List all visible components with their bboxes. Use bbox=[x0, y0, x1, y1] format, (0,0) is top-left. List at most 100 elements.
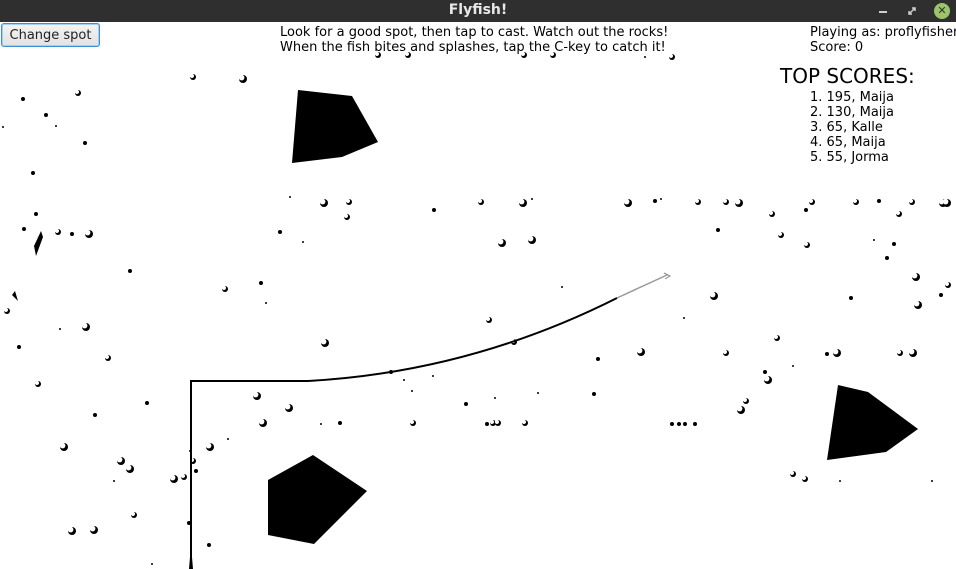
bubble-highlight bbox=[74, 89, 80, 95]
bubble-highlight bbox=[768, 210, 774, 216]
bubble-highlight bbox=[477, 198, 483, 204]
bubble-highlight bbox=[320, 338, 327, 345]
bubble bbox=[763, 370, 767, 374]
bubble bbox=[877, 199, 881, 203]
bubble-highlight bbox=[852, 198, 858, 204]
rod-tip bbox=[189, 545, 193, 569]
bubble-highlight bbox=[485, 316, 491, 322]
bubble-highlight bbox=[896, 349, 902, 355]
bubble-highlight bbox=[59, 442, 66, 449]
fishing-leader bbox=[616, 274, 668, 299]
bubble-highlight bbox=[808, 198, 814, 204]
bubble-highlight bbox=[908, 348, 915, 355]
bubble-highlight bbox=[54, 228, 60, 234]
bubble bbox=[259, 281, 263, 285]
bubble bbox=[265, 302, 267, 304]
bubble bbox=[670, 422, 674, 426]
change-spot-button[interactable]: Change spot bbox=[1, 23, 100, 47]
bubble-highlight bbox=[409, 419, 415, 425]
bubble bbox=[320, 423, 322, 425]
bubble-highlight bbox=[238, 74, 245, 81]
bubble-highlight bbox=[180, 473, 186, 479]
top-score-entry: 5. 55, Jorma bbox=[810, 150, 889, 165]
bubble bbox=[485, 422, 489, 426]
bubble-highlight bbox=[694, 198, 700, 204]
bubble bbox=[683, 317, 685, 319]
maximize-icon[interactable] bbox=[904, 3, 920, 19]
bubble-highlight bbox=[623, 198, 630, 205]
bubble bbox=[403, 379, 405, 381]
minimize-icon[interactable] bbox=[875, 3, 891, 19]
bubble bbox=[885, 256, 889, 260]
bubble bbox=[825, 352, 829, 356]
bubble-highlight bbox=[116, 456, 123, 463]
rock bbox=[268, 455, 367, 544]
bubble bbox=[227, 438, 229, 440]
bubble-highlight bbox=[518, 198, 525, 205]
bubble bbox=[873, 239, 875, 241]
bubble bbox=[531, 198, 533, 200]
player-info: Playing as: proflyfisher Score: 0 bbox=[810, 25, 956, 55]
bubble-highlight bbox=[521, 419, 527, 425]
bubble bbox=[644, 56, 646, 58]
window-title: Flyfish! bbox=[448, 2, 508, 18]
bubble-highlight bbox=[3, 307, 9, 313]
bubble-highlight bbox=[497, 238, 504, 245]
bubble-highlight bbox=[668, 53, 674, 59]
water-bubbles bbox=[2, 51, 951, 565]
bubble bbox=[34, 212, 38, 216]
bubble-highlight bbox=[343, 213, 349, 219]
bubble-highlight bbox=[258, 418, 265, 425]
top-score-entry: 3. 65, Kalle bbox=[810, 120, 883, 135]
bubble bbox=[592, 392, 596, 396]
bubble-highlight bbox=[104, 354, 110, 360]
bubble-highlight bbox=[636, 347, 643, 354]
bubble bbox=[432, 375, 434, 377]
bubble-highlight bbox=[736, 405, 743, 412]
bubble bbox=[464, 402, 468, 406]
bubble bbox=[93, 413, 97, 417]
close-icon[interactable]: ✕ bbox=[934, 3, 950, 19]
bubble bbox=[693, 422, 697, 426]
bubble-highlight bbox=[801, 475, 807, 481]
bubble-highlight bbox=[67, 526, 74, 533]
bubble bbox=[931, 480, 933, 482]
player-name: Playing as: proflyfisher bbox=[810, 25, 956, 40]
bubble-highlight bbox=[908, 198, 914, 204]
bubble-highlight bbox=[722, 349, 728, 355]
bubble-highlight bbox=[130, 511, 136, 517]
game-area[interactable]: Change spot Look for a good spot, then t… bbox=[0, 22, 956, 569]
instructions-line: Look for a good spot, then tap to cast. … bbox=[280, 25, 669, 40]
bubble-highlight bbox=[189, 73, 195, 79]
instructions: Look for a good spot, then tap to cast. … bbox=[280, 25, 668, 55]
bubble bbox=[302, 241, 304, 243]
fishing-line bbox=[307, 297, 618, 382]
top-score-entry: 2. 130, Maija bbox=[810, 105, 894, 120]
top-scores-list: 1. 195, Maija 2. 130, Maija 3. 65, Kalle… bbox=[810, 90, 894, 165]
bubble bbox=[289, 196, 291, 198]
bubble bbox=[537, 392, 539, 394]
bubble bbox=[411, 390, 413, 392]
bubble-highlight bbox=[169, 474, 176, 481]
bubble bbox=[683, 422, 687, 426]
bubble bbox=[113, 480, 115, 482]
bubble bbox=[849, 296, 853, 300]
bubble-highlight bbox=[832, 348, 839, 355]
bubble-highlight bbox=[911, 272, 918, 279]
bubble bbox=[939, 293, 943, 297]
bubble bbox=[677, 422, 681, 426]
bubble bbox=[716, 228, 720, 232]
bubble bbox=[804, 208, 808, 212]
bubble-highlight bbox=[763, 375, 770, 382]
bubble bbox=[596, 357, 600, 361]
bubble bbox=[792, 365, 794, 367]
bubble bbox=[338, 421, 342, 425]
bubble-highlight bbox=[942, 198, 949, 205]
bubble-highlight bbox=[773, 334, 779, 340]
bubble-highlight bbox=[777, 231, 783, 237]
bubble-highlight bbox=[81, 322, 88, 329]
bubble-highlight bbox=[944, 281, 950, 287]
bubble bbox=[22, 227, 26, 231]
bubble-highlight bbox=[284, 403, 291, 410]
bubble bbox=[494, 397, 496, 399]
